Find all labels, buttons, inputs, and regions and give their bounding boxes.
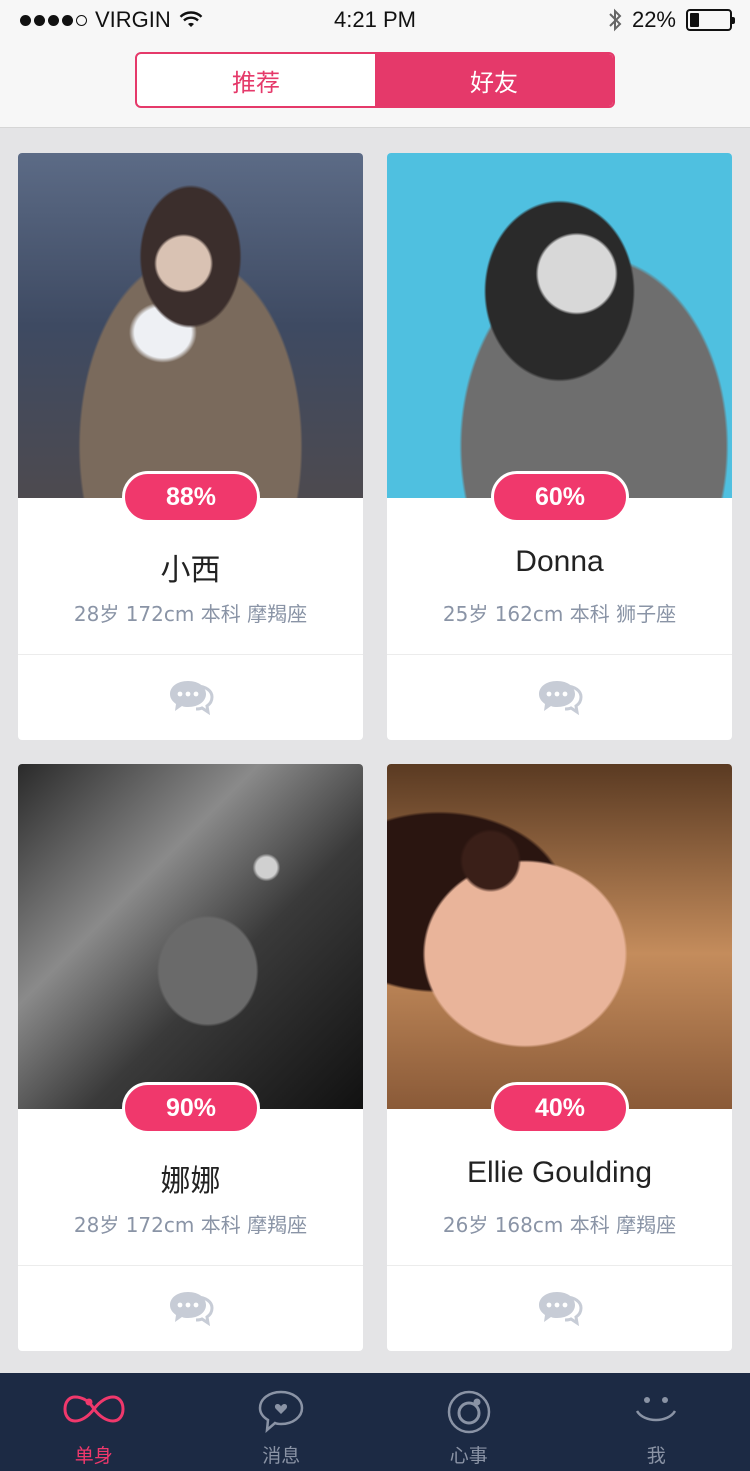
profile-name: Donna [515, 545, 604, 578]
infinity-icon [63, 1395, 125, 1423]
divider [18, 654, 363, 655]
profile-card[interactable]: 88% 小西 28岁 172cm 本科 摩羯座 [18, 153, 363, 740]
profile-info: 25岁 162cm 本科 狮子座 [442, 602, 677, 626]
profile-photo [387, 153, 732, 498]
message-heart-icon [258, 1390, 304, 1433]
tab-label: 单身 [74, 1445, 113, 1467]
tab-me[interactable]: 我 [563, 1373, 750, 1471]
profile-name: 娜娜 [160, 1165, 221, 1198]
circle-icon [447, 1390, 490, 1434]
profile-photo [387, 764, 732, 1109]
chat-icon[interactable] [166, 1288, 216, 1326]
segmented-control: 推荐 好友 [135, 52, 615, 108]
status-bar: VIRGIN 4:21 PM 22% [0, 0, 750, 40]
chat-icon[interactable] [535, 677, 585, 715]
profile-photo [18, 153, 363, 498]
match-badge: 60% [491, 471, 629, 523]
profile-name: 小西 [160, 554, 221, 587]
tab-singles[interactable]: 单身 [0, 1373, 188, 1471]
profile-card[interactable]: 90% 娜娜 28岁 172cm 本科 摩羯座 [18, 764, 363, 1351]
profile-info: 26岁 168cm 本科 摩羯座 [442, 1213, 677, 1237]
tab-label: 消息 [262, 1445, 301, 1467]
profile-card[interactable]: 40% Ellie Goulding 26岁 168cm 本科 摩羯座 [387, 764, 732, 1351]
divider [387, 1265, 732, 1266]
tab-label: 我 [646, 1445, 666, 1467]
tab-recommend[interactable]: 推荐 [137, 54, 375, 106]
smile-icon [636, 1397, 677, 1422]
chat-icon[interactable] [166, 677, 216, 715]
chat-icon[interactable] [535, 1288, 585, 1326]
profile-info: 28岁 172cm 本科 摩羯座 [73, 1213, 308, 1237]
tab-friends[interactable]: 好友 [375, 54, 613, 106]
match-badge: 90% [122, 1082, 260, 1134]
battery-percent: 22% [631, 7, 676, 32]
profile-name: Ellie Goulding [466, 1156, 653, 1189]
battery-icon [686, 9, 735, 31]
header: VIRGIN 4:21 PM 22% 推荐 好友 [0, 0, 750, 128]
divider [18, 1265, 363, 1266]
tab-messages[interactable]: 消息 [188, 1373, 376, 1471]
status-right: 22% [608, 7, 735, 33]
match-badge: 88% [122, 471, 260, 523]
divider [387, 654, 732, 655]
tab-heart-talk[interactable]: 心事 [375, 1373, 563, 1471]
profile-info: 28岁 172cm 本科 摩羯座 [73, 602, 308, 626]
match-badge: 40% [491, 1082, 629, 1134]
bluetooth-icon [609, 8, 622, 32]
tab-label: 心事 [449, 1445, 488, 1467]
tab-bar: 单身 消息 心事 我 [0, 1373, 750, 1471]
profile-card[interactable]: 60% Donna 25岁 162cm 本科 狮子座 [387, 153, 732, 740]
profile-photo [18, 764, 363, 1109]
